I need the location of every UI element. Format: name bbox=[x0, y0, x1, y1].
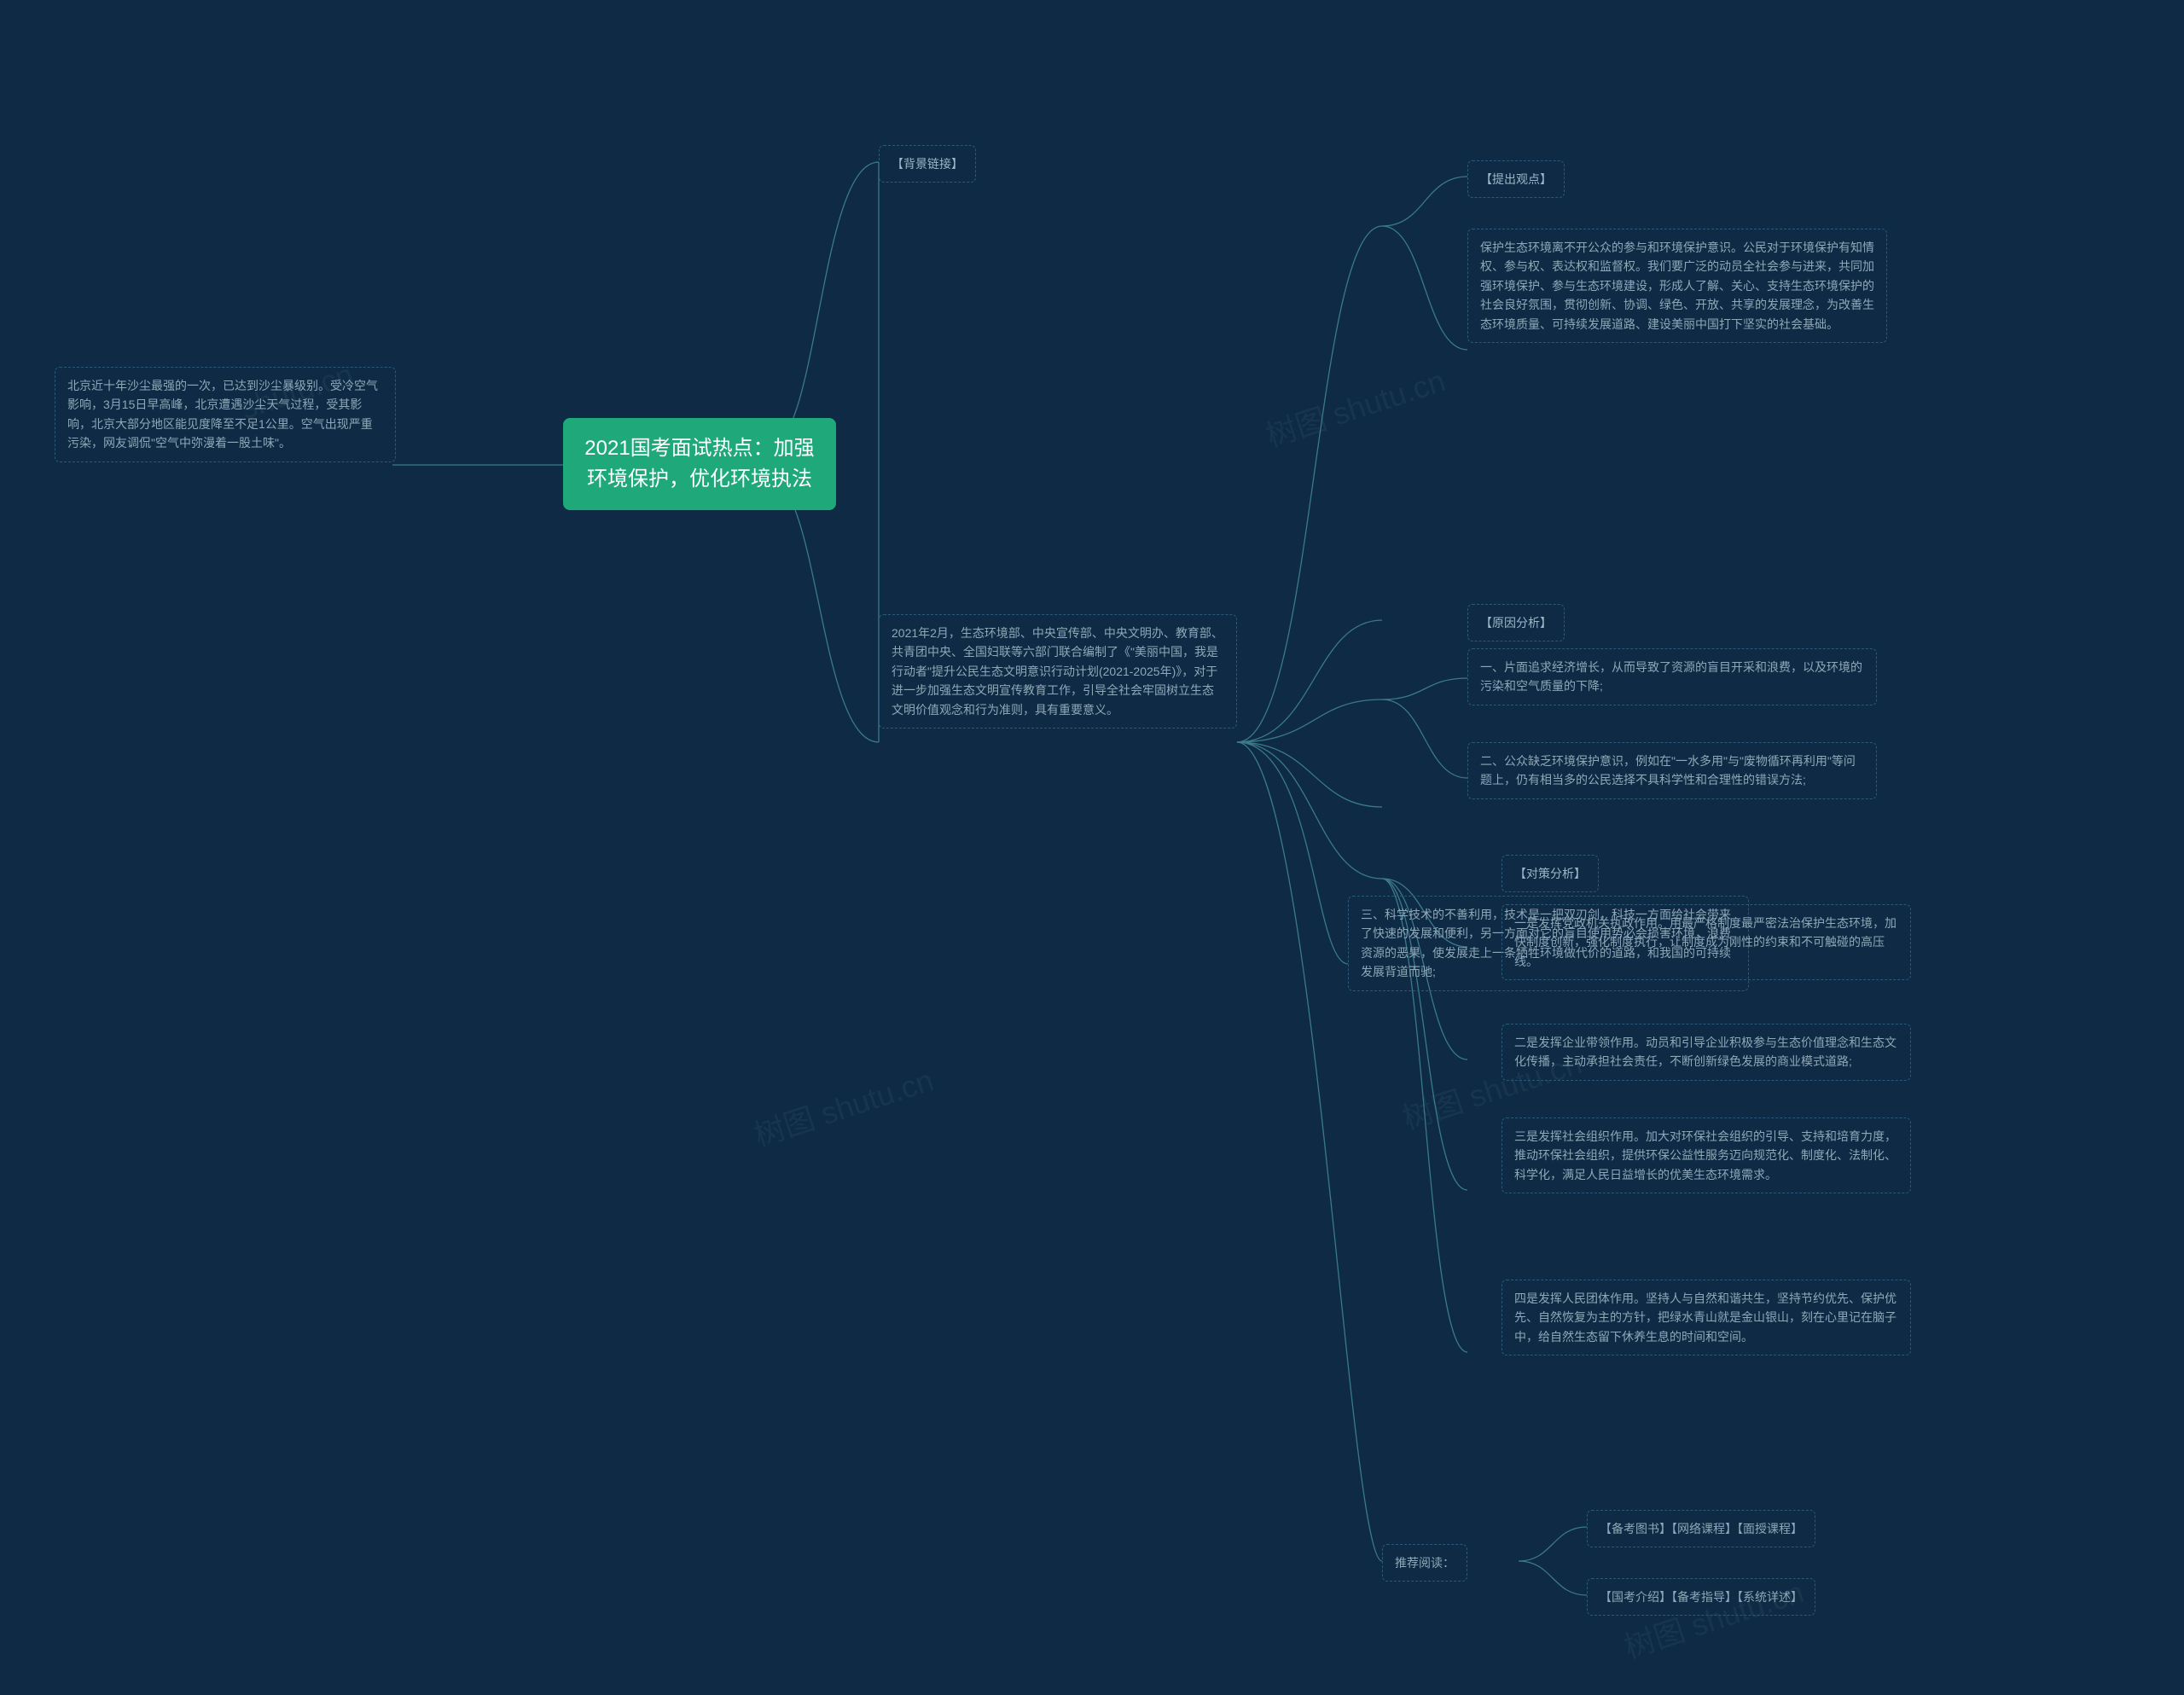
node-reason-2[interactable]: 二、公众缺乏环境保护意识，例如在"一水多用"与"废物循环再利用"等问题上，仍有相… bbox=[1467, 742, 1877, 799]
node-text: 三是发挥社会组织作用。加大对环保社会组织的引导、支持和培育力度，推动环保社会组织… bbox=[1514, 1129, 1896, 1181]
node-text: 推荐阅读： bbox=[1395, 1556, 1455, 1570]
node-recommend-link-2[interactable]: 【国考介绍】【备考指导】【系统详述】 bbox=[1587, 1578, 1815, 1616]
root-text: 2021国考面试热点：加强环境保护，优化环境执法 bbox=[584, 437, 814, 491]
node-viewpoint-header[interactable]: 【提出观点】 bbox=[1467, 160, 1565, 198]
node-policy-3[interactable]: 三是发挥社会组织作用。加大对环保社会组织的引导、支持和培育力度，推动环保社会组织… bbox=[1502, 1117, 1911, 1193]
node-text: 二、公众缺乏环境保护意识，例如在"一水多用"与"废物循环再利用"等问题上，仍有相… bbox=[1480, 754, 1856, 787]
node-recommend[interactable]: 推荐阅读： bbox=[1382, 1544, 1467, 1582]
node-text: 【对策分析】 bbox=[1514, 867, 1586, 880]
node-reason-1[interactable]: 一、片面追求经济增长，从而导致了资源的盲目开采和浪费，以及环境的污染和空气质量的… bbox=[1467, 648, 1877, 705]
node-text: 【原因分析】 bbox=[1480, 616, 1552, 630]
node-text: 【备考图书】【网络课程】【面授课程】 bbox=[1600, 1522, 1803, 1535]
node-beijing-sandstorm[interactable]: 北京近十年沙尘最强的一次，已达到沙尘暴级别。受冷空气影响，3月15日早高峰，北京… bbox=[55, 367, 396, 462]
node-background-header[interactable]: 【背景链接】 bbox=[879, 145, 976, 183]
node-text: 四是发挥人民团体作用。坚持人与自然和谐共生，坚持节约优先、保护优先、自然恢复为主… bbox=[1514, 1292, 1896, 1344]
node-text: 2021年2月，生态环境部、中央宣传部、中央文明办、教育部、共青团中央、全国妇联… bbox=[892, 626, 1223, 717]
node-policy-header[interactable]: 【对策分析】 bbox=[1502, 855, 1599, 892]
node-reason-header[interactable]: 【原因分析】 bbox=[1467, 604, 1565, 641]
node-viewpoint-text[interactable]: 保护生态环境离不开公众的参与和环境保护意识。公民对于环境保护有知情权、参与权、表… bbox=[1467, 229, 1887, 343]
node-text: 【提出观点】 bbox=[1480, 172, 1552, 186]
node-text: 二是发挥企业带领作用。动员和引导企业积极参与生态价值理念和生态文化传播，主动承担… bbox=[1514, 1036, 1896, 1068]
node-policy-1[interactable]: 一是发挥党政机关执政作用。用最严格制度最严密法治保护生态环境，加快制度创新，强化… bbox=[1502, 904, 1911, 980]
root-node[interactable]: 2021国考面试热点：加强环境保护，优化环境执法 bbox=[563, 418, 836, 510]
node-text: 保护生态环境离不开公众的参与和环境保护意识。公民对于环境保护有知情权、参与权、表… bbox=[1480, 241, 1874, 331]
node-text: 一是发挥党政机关执政作用。用最严格制度最严密法治保护生态环境，加快制度创新，强化… bbox=[1514, 916, 1896, 968]
node-policy-4[interactable]: 四是发挥人民团体作用。坚持人与自然和谐共生，坚持节约优先、保护优先、自然恢复为主… bbox=[1502, 1280, 1911, 1355]
node-text: 【国考介绍】【备考指导】【系统详述】 bbox=[1600, 1590, 1803, 1604]
node-text: 一、片面追求经济增长，从而导致了资源的盲目开采和浪费，以及环境的污染和空气质量的… bbox=[1480, 660, 1862, 693]
node-policy-2[interactable]: 二是发挥企业带领作用。动员和引导企业积极参与生态价值理念和生态文化传播，主动承担… bbox=[1502, 1024, 1911, 1081]
node-text: 【背景链接】 bbox=[892, 157, 963, 171]
node-recommend-link-1[interactable]: 【备考图书】【网络课程】【面授课程】 bbox=[1587, 1510, 1815, 1547]
mindmap-canvas: shutu.cn 树图 shutu.cn 树图 shutu.cn 树图 shut… bbox=[0, 0, 2184, 1695]
node-background-text[interactable]: 2021年2月，生态环境部、中央宣传部、中央文明办、教育部、共青团中央、全国妇联… bbox=[879, 614, 1237, 729]
node-text: 北京近十年沙尘最强的一次，已达到沙尘暴级别。受冷空气影响，3月15日早高峰，北京… bbox=[67, 379, 378, 450]
